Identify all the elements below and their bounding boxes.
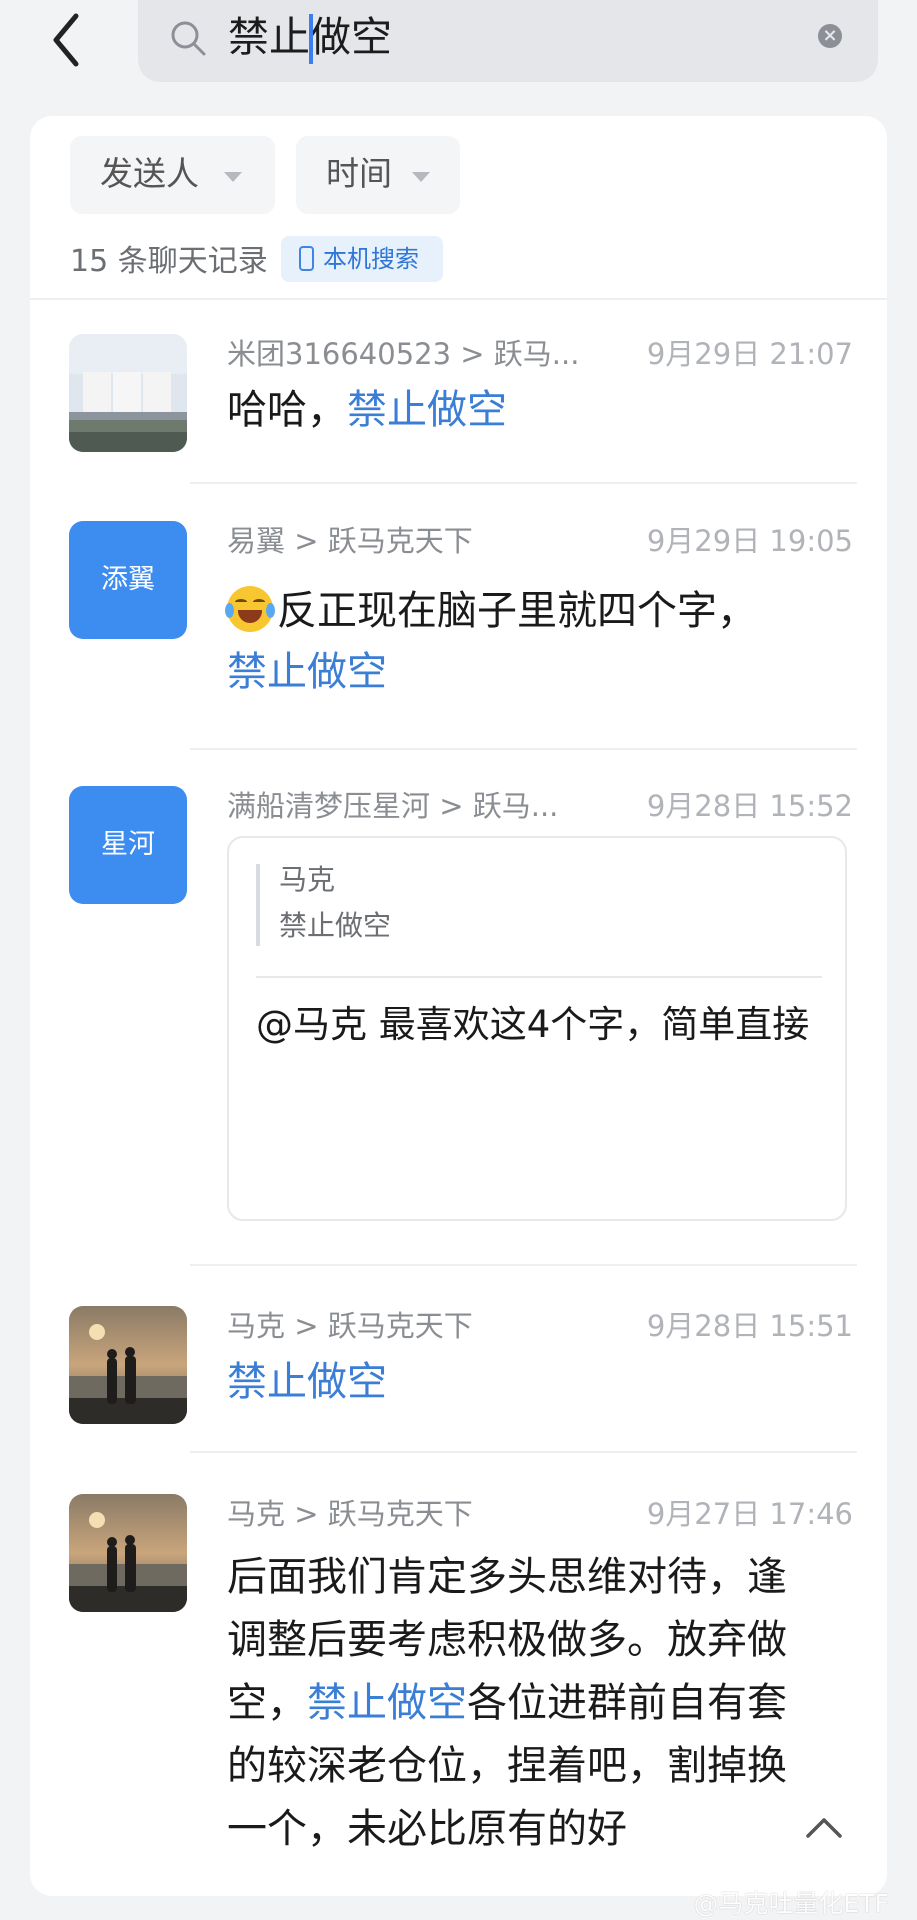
reply-text: @马克 最喜欢这4个字，简单直接 [256, 1003, 810, 1046]
top-bar: 禁止做空 × [0, 0, 917, 95]
text-cursor [309, 14, 313, 64]
scroll-up-chevron-icon[interactable] [802, 1812, 846, 1842]
keyword-highlight: 禁止做空 [347, 387, 507, 433]
avatar: 添翼 [69, 521, 187, 639]
result-time: 9月28日 15:52 [646, 789, 853, 823]
divider [190, 482, 857, 484]
quote-bar [256, 864, 260, 946]
divider [190, 1451, 857, 1453]
back-arrow-icon[interactable] [46, 10, 96, 70]
search-bar[interactable]: 禁止做空 × [138, 0, 878, 82]
result-message: 后面我们肯定多头思维对待，逢调整后要考虑积极做多。放弃做空，禁止做空各位进群前自… [227, 1546, 817, 1861]
search-result-item[interactable]: 星河 满船清梦压星河 > 跃马... 9月28日 15:52 马克 禁止做空 @… [30, 786, 887, 1256]
search-icon [171, 21, 206, 56]
keyword-highlight: 禁止做空 [227, 1359, 387, 1405]
result-message: 哈哈，禁止做空 [227, 380, 827, 441]
time-filter-label: 时间 [326, 154, 392, 193]
dropdown-triangle-icon [412, 172, 430, 182]
quote-text: 禁止做空 [279, 909, 392, 942]
building-photo [69, 334, 187, 452]
search-result-item[interactable]: 米团316640523 > 跃马... 9月29日 21:07 哈哈，禁止做空 [30, 334, 887, 534]
results-card: 发送人 时间 15 条聊天记录 本机搜索 米团316640523 > 跃马...… [30, 116, 887, 1896]
divider [256, 976, 822, 978]
result-time: 9月27日 17:46 [646, 1497, 853, 1531]
keyword-highlight: 禁止做空 [307, 1680, 467, 1726]
keyword-highlight: 禁止做空 [227, 649, 387, 695]
quote-author: 马克 [279, 863, 336, 896]
result-time: 9月29日 21:07 [646, 337, 853, 371]
search-result-item[interactable]: 马克 > 跃马克天下 9月27日 17:46 后面我们肯定多头思维对待，逢调整后… [30, 1494, 887, 1894]
tears-of-joy-emoji-icon [225, 586, 275, 632]
message-text: 反正现在脑子里就四个字， [277, 588, 757, 634]
phone-icon [299, 246, 314, 271]
result-time: 9月29日 19:05 [646, 524, 853, 558]
sunset-photo [69, 1306, 187, 1424]
sender-filter-button[interactable]: 发送人 [70, 136, 275, 214]
avatar [69, 1494, 187, 1612]
divider [190, 748, 857, 750]
avatar [69, 1306, 187, 1424]
sunset-photo [69, 1494, 187, 1612]
search-query-part1: 禁止 [228, 13, 310, 61]
divider [190, 1264, 857, 1266]
sender-filter-label: 发送人 [100, 154, 199, 193]
result-message: 反正现在脑子里就四个字， 禁止做空 [225, 581, 787, 703]
result-source: 马克 > 跃马克天下 [227, 1309, 473, 1343]
result-source: 满船清梦压星河 > 跃马... [227, 789, 559, 823]
result-message: 禁止做空 [227, 1352, 827, 1413]
quote-reply-card: 马克 禁止做空 @马克 最喜欢这4个字，简单直接 [227, 836, 847, 1221]
result-count: 15 条聊天记录 [70, 244, 268, 279]
result-source: 易翼 > 跃马克天下 [227, 524, 473, 558]
search-result-item[interactable]: 添翼 易翼 > 跃马克天下 9月29日 19:05 反正现在脑子里就四个字， 禁止… [30, 521, 887, 771]
result-source: 米团316640523 > 跃马... [227, 337, 580, 371]
local-search-label: 本机搜索 [323, 245, 419, 273]
local-search-button[interactable]: 本机搜索 [281, 236, 443, 282]
message-text: 哈哈， [227, 387, 347, 433]
avatar [69, 334, 187, 452]
dropdown-triangle-icon [224, 172, 242, 182]
watermark: @马克吐量化ETF [693, 1889, 889, 1918]
avatar: 星河 [69, 786, 187, 904]
clear-icon[interactable]: × [818, 24, 842, 48]
time-filter-button[interactable]: 时间 [296, 136, 460, 214]
search-query-part2: 做空 [310, 13, 392, 61]
result-time: 9月28日 15:51 [646, 1309, 853, 1343]
result-source: 马克 > 跃马克天下 [227, 1497, 473, 1531]
search-result-item[interactable]: 马克 > 跃马克天下 9月28日 15:51 禁止做空 [30, 1306, 887, 1486]
divider [30, 298, 887, 300]
